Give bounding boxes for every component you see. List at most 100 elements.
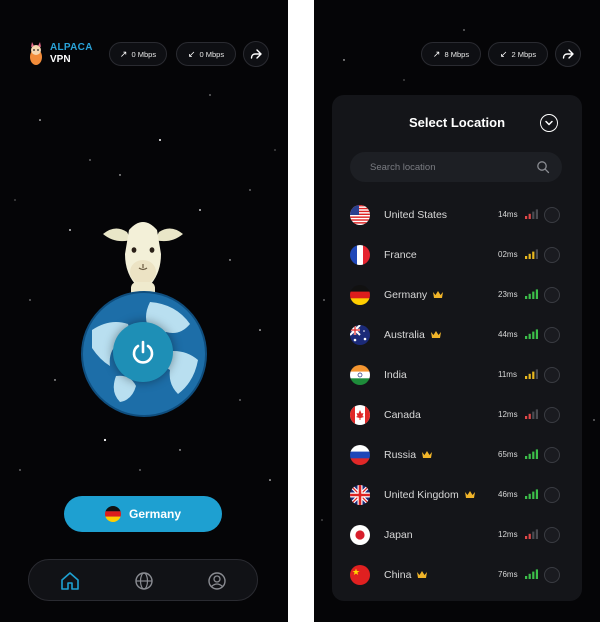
signal-strength-icon: [525, 209, 538, 219]
signal-strength-icon: [525, 449, 538, 459]
signal-strength-icon: [525, 249, 538, 259]
signal-bar: [525, 576, 528, 579]
location-name-text: Japan: [384, 529, 413, 541]
signal-bar: [532, 491, 535, 499]
location-select-radio[interactable]: [544, 207, 560, 223]
signal-bar: [525, 416, 528, 419]
signal-bar: [528, 373, 531, 379]
location-name: Russia: [384, 449, 433, 462]
signal-bar: [525, 536, 528, 539]
location-select-radio[interactable]: [544, 367, 560, 383]
premium-crown-icon: [432, 290, 444, 302]
brand-name: ALPACA: [50, 42, 93, 53]
flag-jp-icon: [350, 525, 370, 545]
flag-gb-icon: [350, 485, 370, 505]
search-box: [350, 152, 562, 182]
location-name: India: [384, 369, 407, 381]
location-name: Japan: [384, 529, 413, 541]
home-icon[interactable]: [59, 570, 81, 592]
signal-bar: [535, 369, 538, 379]
location-name: United States: [384, 209, 447, 221]
location-select-radio[interactable]: [544, 327, 560, 343]
location-ping: 14ms: [498, 210, 518, 219]
location-row-ca[interactable]: Canada 12ms: [332, 397, 582, 433]
location-select-radio[interactable]: [544, 527, 560, 543]
home-screen: ALPACA VPN ↗ 0 Mbps ↙ 0 Mbps Germany: [0, 0, 288, 622]
location-ping: 44ms: [498, 330, 518, 339]
location-row-au[interactable]: Australia 44ms: [332, 317, 582, 353]
signal-bar: [528, 533, 531, 539]
location-row-in[interactable]: India 11ms: [332, 357, 582, 393]
premium-crown-icon: [421, 450, 433, 462]
location-name: Australia: [384, 329, 442, 342]
search-input[interactable]: [350, 152, 530, 182]
signal-bar: [525, 256, 528, 259]
upload-arrow-icon: ↗: [119, 48, 128, 59]
signal-bar: [528, 413, 531, 419]
flag-fr-icon: [350, 245, 370, 265]
upload-speed-pill: ↗ 0 Mbps: [109, 42, 167, 66]
app-brand: ALPACA VPN: [28, 42, 93, 66]
signal-bar: [525, 376, 528, 379]
location-name-text: India: [384, 369, 407, 381]
share-button[interactable]: [555, 41, 581, 67]
location-name: Canada: [384, 409, 421, 421]
location-ping: 23ms: [498, 290, 518, 299]
location-name-text: France: [384, 249, 417, 261]
location-row-gb[interactable]: United Kingdom 46ms: [332, 477, 582, 513]
location-row-de[interactable]: Germany 23ms: [332, 277, 582, 313]
location-select-radio[interactable]: [544, 407, 560, 423]
share-button[interactable]: [243, 41, 269, 67]
location-select-radio[interactable]: [544, 247, 560, 263]
collapse-panel-button[interactable]: [540, 114, 558, 132]
bottom-navigation: [28, 559, 258, 601]
location-row-cn[interactable]: China 76ms: [332, 557, 582, 593]
location-name: United Kingdom: [384, 489, 476, 502]
connect-power-button[interactable]: [113, 322, 173, 382]
location-select-radio[interactable]: [544, 447, 560, 463]
signal-bar: [535, 569, 538, 579]
location-name: China: [384, 569, 428, 582]
location-select-radio[interactable]: [544, 487, 560, 503]
signal-bar: [532, 331, 535, 339]
share-icon: [250, 49, 262, 59]
premium-crown-icon: [464, 490, 476, 502]
location-select-radio[interactable]: [544, 287, 560, 303]
location-name-text: Canada: [384, 409, 421, 421]
download-arrow-icon: ↙: [187, 48, 196, 59]
signal-bar: [535, 289, 538, 299]
flag-ca-icon: [350, 405, 370, 425]
signal-bar: [525, 456, 528, 459]
premium-crown-icon: [416, 570, 428, 582]
location-name: France: [384, 249, 417, 261]
location-select-radio[interactable]: [544, 567, 560, 583]
download-speed-pill: ↙ 0 Mbps: [176, 42, 236, 66]
download-arrow-icon: ↙: [499, 48, 508, 59]
share-icon: [562, 49, 574, 59]
location-screen: ↗ 8 Mbps ↙ 2 Mbps Select Location United…: [314, 0, 600, 622]
flag-au-icon: [350, 325, 370, 345]
signal-bar: [532, 451, 535, 459]
signal-bar: [528, 253, 531, 259]
selected-country-button[interactable]: Germany: [64, 496, 222, 532]
signal-strength-icon: [525, 369, 538, 379]
flag-in-icon: [350, 365, 370, 385]
location-name-text: United States: [384, 209, 448, 221]
alpaca-logo-icon: [30, 42, 42, 65]
location-name-text: Russia: [384, 449, 417, 461]
profile-icon[interactable]: [206, 570, 228, 592]
power-icon: [132, 340, 154, 364]
location-ping: 76ms: [498, 570, 518, 579]
location-name-text: Australia: [384, 329, 425, 341]
signal-strength-icon: [525, 409, 538, 419]
signal-bar: [532, 571, 535, 579]
signal-strength-icon: [525, 289, 538, 299]
signal-bar: [528, 213, 531, 219]
location-row-fr[interactable]: France 02ms: [332, 237, 582, 273]
location-row-jp[interactable]: Japan 12ms: [332, 517, 582, 553]
location-row-us[interactable]: United States 14ms: [332, 197, 582, 233]
location-row-ru[interactable]: Russia 65ms: [332, 437, 582, 473]
signal-strength-icon: [525, 569, 538, 579]
globe-icon[interactable]: [133, 570, 155, 592]
search-icon[interactable]: [536, 160, 550, 174]
